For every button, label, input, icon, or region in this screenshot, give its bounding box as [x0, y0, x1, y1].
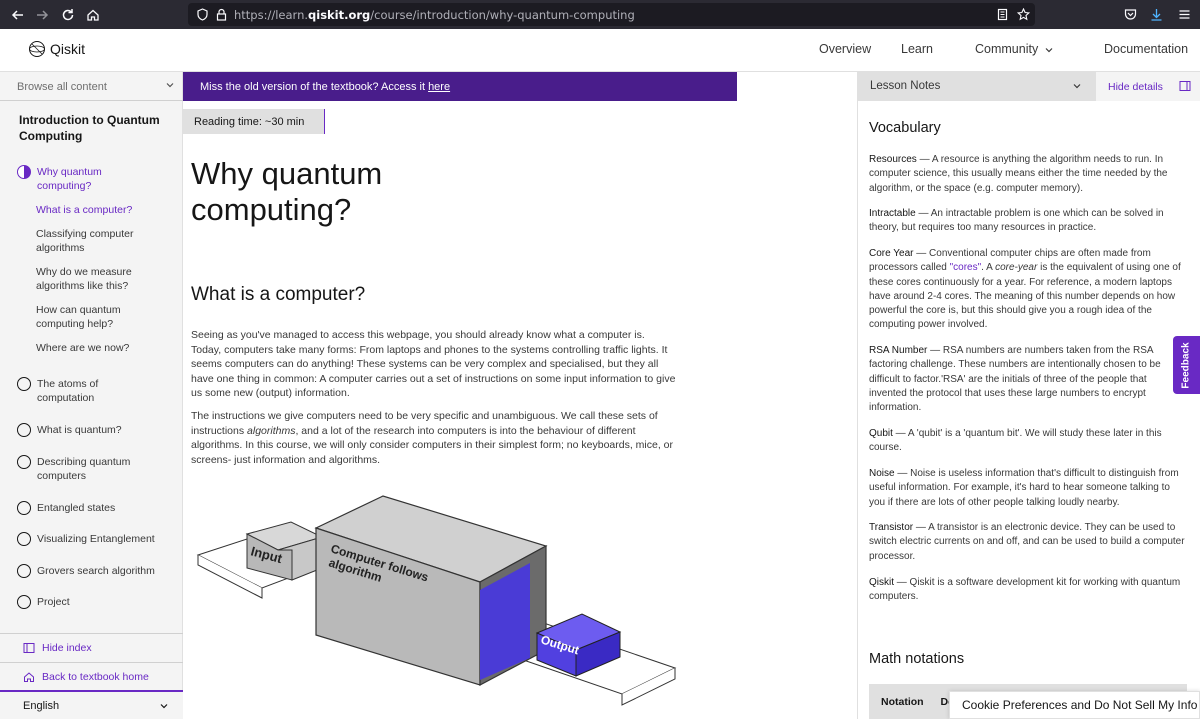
- chapter-visualizing-entanglement[interactable]: Visualizing Entanglement: [17, 532, 155, 546]
- back-to-home-button[interactable]: Back to textbook home: [0, 662, 183, 690]
- vocab-qiskit: Qiskit — Qiskit is a software developmen…: [869, 577, 1181, 603]
- course-sidebar: Browse all content Introduction to Quant…: [0, 72, 183, 719]
- vocab-qubit: Qubit — A 'qubit' is a 'quantum bit'. We…: [869, 428, 1162, 454]
- chapter-project[interactable]: Project: [17, 595, 70, 609]
- progress-circle-icon: [17, 501, 31, 515]
- chapter-grovers-search[interactable]: Grovers search algorithm: [17, 564, 155, 578]
- language-select[interactable]: English: [0, 690, 183, 719]
- section-why-measure[interactable]: Why do we measure algorithms like this?: [36, 265, 171, 293]
- vocab-rsa-number: RSA Number — RSA numbers are numbers tak…: [869, 345, 1161, 414]
- chapter-what-is-quantum[interactable]: What is quantum?: [17, 423, 122, 437]
- bookmark-star-icon[interactable]: [1017, 8, 1030, 21]
- chapter-entangled-states[interactable]: Entangled states: [17, 501, 115, 515]
- url-text: https://learn.qiskit.org/course/introduc…: [234, 7, 635, 22]
- hide-details-label: Hide details: [1108, 81, 1163, 93]
- hide-details-button[interactable]: Hide details: [1096, 72, 1200, 101]
- section-what-is-a-computer[interactable]: What is a computer?: [36, 203, 171, 217]
- hide-index-button[interactable]: Hide index: [0, 633, 183, 662]
- shield-icon[interactable]: [196, 8, 209, 21]
- reading-time: Reading time: ~30 min: [183, 109, 325, 134]
- browse-label: Browse all content: [17, 81, 107, 93]
- vocab-core-year: Core Year — Conventional computer chips …: [869, 248, 1181, 331]
- browser-toolbar: https://learn.qiskit.org/course/introduc…: [0, 0, 1200, 29]
- progress-circle-icon: [17, 377, 31, 391]
- chapter-label: Visualizing Entanglement: [37, 533, 155, 545]
- section-how-quantum-help[interactable]: How can quantum computing help?: [36, 303, 171, 331]
- back-home-label: Back to textbook home: [42, 670, 149, 683]
- old-version-banner: Miss the old version of the textbook? Ac…: [183, 72, 737, 101]
- notation-column-header: Notation: [881, 696, 924, 708]
- chevron-down-icon: [1073, 84, 1081, 89]
- vocabulary-title: Vocabulary: [869, 120, 941, 136]
- lock-icon[interactable]: [215, 8, 228, 21]
- vocab-resources: Resources — A resource is anything the a…: [869, 154, 1168, 194]
- nav-community[interactable]: Community: [975, 42, 1038, 56]
- chevron-down-icon[interactable]: [1044, 45, 1054, 55]
- address-bar[interactable]: https://learn.qiskit.org/course/introduc…: [188, 3, 1035, 26]
- reader-view-icon[interactable]: [996, 8, 1009, 21]
- chapter-label: Why quantum computing?: [37, 166, 102, 192]
- pocket-icon[interactable]: [1124, 8, 1137, 21]
- progress-circle-icon: [17, 165, 31, 179]
- nav-learn[interactable]: Learn: [901, 42, 933, 56]
- paragraph-1: Seeing as you've managed to access this …: [191, 329, 676, 399]
- hide-index-label: Hide index: [42, 642, 92, 654]
- lesson-notes-label: Lesson Notes: [870, 80, 941, 92]
- feedback-tab[interactable]: Feedback: [1173, 336, 1200, 394]
- chapter-label: What is quantum?: [37, 424, 122, 436]
- chapter-why-quantum-computing[interactable]: Why quantum computing?: [17, 165, 157, 193]
- download-icon[interactable]: [1150, 8, 1163, 21]
- nav-documentation[interactable]: Documentation: [1104, 42, 1188, 56]
- chevron-down-icon: [166, 83, 174, 88]
- vocab-noise: Noise — Noise is useless information tha…: [869, 468, 1179, 508]
- cookie-preferences-button[interactable]: Cookie Preferences and Do Not Sell My In…: [949, 691, 1200, 719]
- progress-circle-icon: [17, 423, 31, 437]
- lesson-notes-header: Lesson Notes Hide details: [857, 72, 1200, 101]
- sidebar-panel-icon: [23, 643, 35, 653]
- menu-icon[interactable]: [1178, 8, 1191, 21]
- banner-text: Miss the old version of the textbook? Ac…: [200, 81, 429, 93]
- forward-arrow-icon[interactable]: [30, 3, 54, 27]
- home-icon: [24, 671, 34, 682]
- qiskit-logo-icon: [29, 41, 45, 57]
- chapter-label: Project: [37, 596, 70, 608]
- chapter-label: Describing quantum computers: [37, 456, 131, 482]
- math-notations-title: Math notations: [869, 651, 965, 667]
- paragraph-2: The instructions we give computers need …: [191, 410, 674, 466]
- browse-all-content[interactable]: Browse all content: [0, 72, 183, 101]
- page-title: Why quantum computing?: [191, 156, 383, 227]
- feedback-label: Feedback: [1181, 341, 1193, 389]
- chapter-describing-quantum-computers[interactable]: Describing quantum computers: [17, 455, 147, 483]
- progress-circle-icon: [17, 455, 31, 469]
- chapter-label: Entangled states: [37, 502, 116, 514]
- reload-icon[interactable]: [56, 3, 80, 27]
- progress-circle-icon: [17, 532, 31, 546]
- vocab-intractable: Intractable — An intractable problem is …: [869, 208, 1164, 234]
- site-header: Qiskit Overview Learn Community Document…: [0, 29, 1200, 72]
- qiskit-logo[interactable]: Qiskit: [28, 40, 85, 58]
- computer-illustration: Input Computer follows algorithm Output: [196, 495, 677, 706]
- vocab-transistor: Transistor — A transistor is an electron…: [869, 522, 1185, 562]
- logo-text: Qiskit: [50, 41, 85, 57]
- chapter-atoms-of-computation[interactable]: The atoms of computation: [17, 377, 147, 405]
- home-icon[interactable]: [81, 3, 105, 27]
- chapter-label: Grovers search algorithm: [37, 565, 155, 577]
- progress-circle-icon: [17, 564, 31, 578]
- chapter-label: The atoms of computation: [37, 378, 99, 404]
- back-arrow-icon[interactable]: [6, 3, 30, 27]
- lesson-notes-dropdown[interactable]: Lesson Notes: [857, 72, 1096, 101]
- course-title[interactable]: Introduction to Quantum Computing: [19, 112, 169, 144]
- language-value: English: [23, 700, 60, 712]
- nav-overview[interactable]: Overview: [819, 42, 871, 56]
- progress-circle-icon: [17, 595, 31, 609]
- chevron-down-icon: [160, 704, 168, 709]
- banner-link[interactable]: here: [428, 81, 450, 93]
- cores-link[interactable]: "cores": [950, 262, 982, 273]
- side-panel-icon: [1179, 81, 1191, 91]
- section-heading: What is a computer?: [191, 284, 366, 305]
- section-classifying-algorithms[interactable]: Classifying computer algorithms: [36, 227, 171, 255]
- section-where-are-we-now[interactable]: Where are we now?: [36, 341, 171, 355]
